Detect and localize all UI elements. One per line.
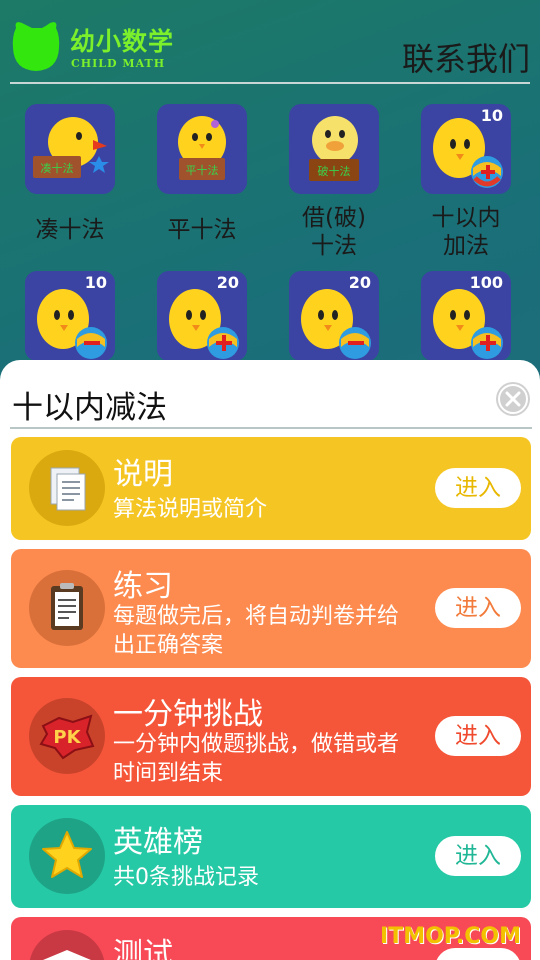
- enter-button[interactable]: [435, 948, 521, 960]
- card-icon: [29, 930, 105, 960]
- game-item[interactable]: 100: [400, 271, 532, 361]
- card-description: 每题做完后，将自动判卷并给出正确答案: [113, 604, 400, 658]
- game-item[interactable]: 10 十以内 加法: [400, 104, 532, 264]
- game-item[interactable]: 破十法 借(破) 十法: [268, 104, 400, 264]
- level-badge: 10: [480, 106, 503, 125]
- card-icon: [29, 570, 105, 646]
- game-label: 十以内 加法: [431, 205, 501, 259]
- level-badge: 100: [469, 273, 503, 292]
- document-icon: [50, 467, 86, 511]
- svg-text:PK: PK: [53, 727, 81, 748]
- game-tile[interactable]: 10: [25, 271, 115, 361]
- clipboard-icon: [51, 583, 83, 630]
- card-title: 一分钟挑战: [113, 697, 263, 732]
- card-description: 一分钟内做题挑战，做错或者时间到结束: [113, 732, 400, 786]
- game-tile[interactable]: 凑十法: [25, 104, 115, 194]
- level-badge: 20: [348, 273, 371, 292]
- game-label: 平十法: [167, 217, 237, 243]
- close-button[interactable]: [496, 382, 530, 416]
- game-label: 凑十法: [35, 217, 105, 243]
- game-tile[interactable]: 100: [421, 271, 511, 361]
- game-item[interactable]: 凑十法 凑十法: [4, 104, 136, 264]
- game-tile[interactable]: 平十法: [157, 104, 247, 194]
- sheet-divider: [10, 427, 532, 429]
- header-divider: [10, 82, 530, 84]
- card-title: 说明: [113, 457, 173, 492]
- chick-with-sign-icon: 凑十法: [33, 117, 109, 178]
- svg-text:平十法: 平十法: [186, 163, 219, 177]
- contact-us-link[interactable]: 联系我们: [402, 34, 530, 80]
- app-subtitle: CHILD MATH: [71, 57, 166, 70]
- svg-text:破十法: 破十法: [318, 164, 351, 178]
- enter-button[interactable]: 进入: [435, 836, 521, 876]
- star-icon: [42, 831, 92, 878]
- duck-with-sign-icon: 破十法: [309, 116, 359, 181]
- mode-sheet: 十以内减法 说明 算法说明或简介 进入 练习 每题做完后，将自动判卷并给出正确答…: [0, 360, 540, 960]
- enter-button[interactable]: 进入: [435, 716, 521, 756]
- app-header: 幼小数学 CHILD MATH 联系我们: [0, 0, 540, 84]
- cap-icon: [43, 950, 91, 960]
- game-label: 借(破) 十法: [302, 205, 366, 259]
- game-tile[interactable]: 20: [157, 271, 247, 361]
- game-item[interactable]: 10: [4, 271, 136, 361]
- svg-text:凑十法: 凑十法: [41, 161, 74, 175]
- game-tile[interactable]: 20: [289, 271, 379, 361]
- card-title: 英雄榜: [113, 825, 203, 860]
- pk-icon: PK: [39, 714, 95, 760]
- enter-button[interactable]: 进入: [435, 588, 521, 628]
- game-tile[interactable]: 破十法: [289, 104, 379, 194]
- enter-button[interactable]: 进入: [435, 468, 521, 508]
- card-icon: [29, 818, 105, 894]
- logo-icon: [12, 22, 60, 72]
- card-title: 练习: [113, 569, 173, 604]
- close-icon: [498, 384, 528, 414]
- level-badge: 20: [216, 273, 239, 292]
- sheet-title: 十以内减法: [12, 390, 167, 426]
- game-item[interactable]: 20: [136, 271, 268, 361]
- mode-card-leaderboard: 英雄榜 共0条挑战记录 进入: [11, 805, 531, 908]
- card-title: 测试: [113, 937, 173, 960]
- game-item[interactable]: 平十法 平十法: [136, 104, 268, 264]
- card-icon: PK: [29, 698, 105, 774]
- mode-card-challenge: PK 一分钟挑战 一分钟内做题挑战，做错或者时间到结束 进入: [11, 677, 531, 796]
- watermark: ITMOP.COM: [380, 924, 521, 949]
- card-icon: [29, 450, 105, 526]
- app-title: 幼小数学: [70, 27, 175, 56]
- game-item[interactable]: 20: [268, 271, 400, 361]
- card-description: 共0条挑战记录: [113, 865, 259, 890]
- mode-card-practice: 练习 每题做完后，将自动判卷并给出正确答案 进入: [11, 549, 531, 668]
- chick-with-sign-icon: 平十法: [178, 116, 226, 180]
- mode-card-intro: 说明 算法说明或简介 进入: [11, 437, 531, 540]
- level-badge: 10: [84, 273, 107, 292]
- game-tile[interactable]: 10: [421, 104, 511, 194]
- card-description: 算法说明或简介: [113, 497, 268, 522]
